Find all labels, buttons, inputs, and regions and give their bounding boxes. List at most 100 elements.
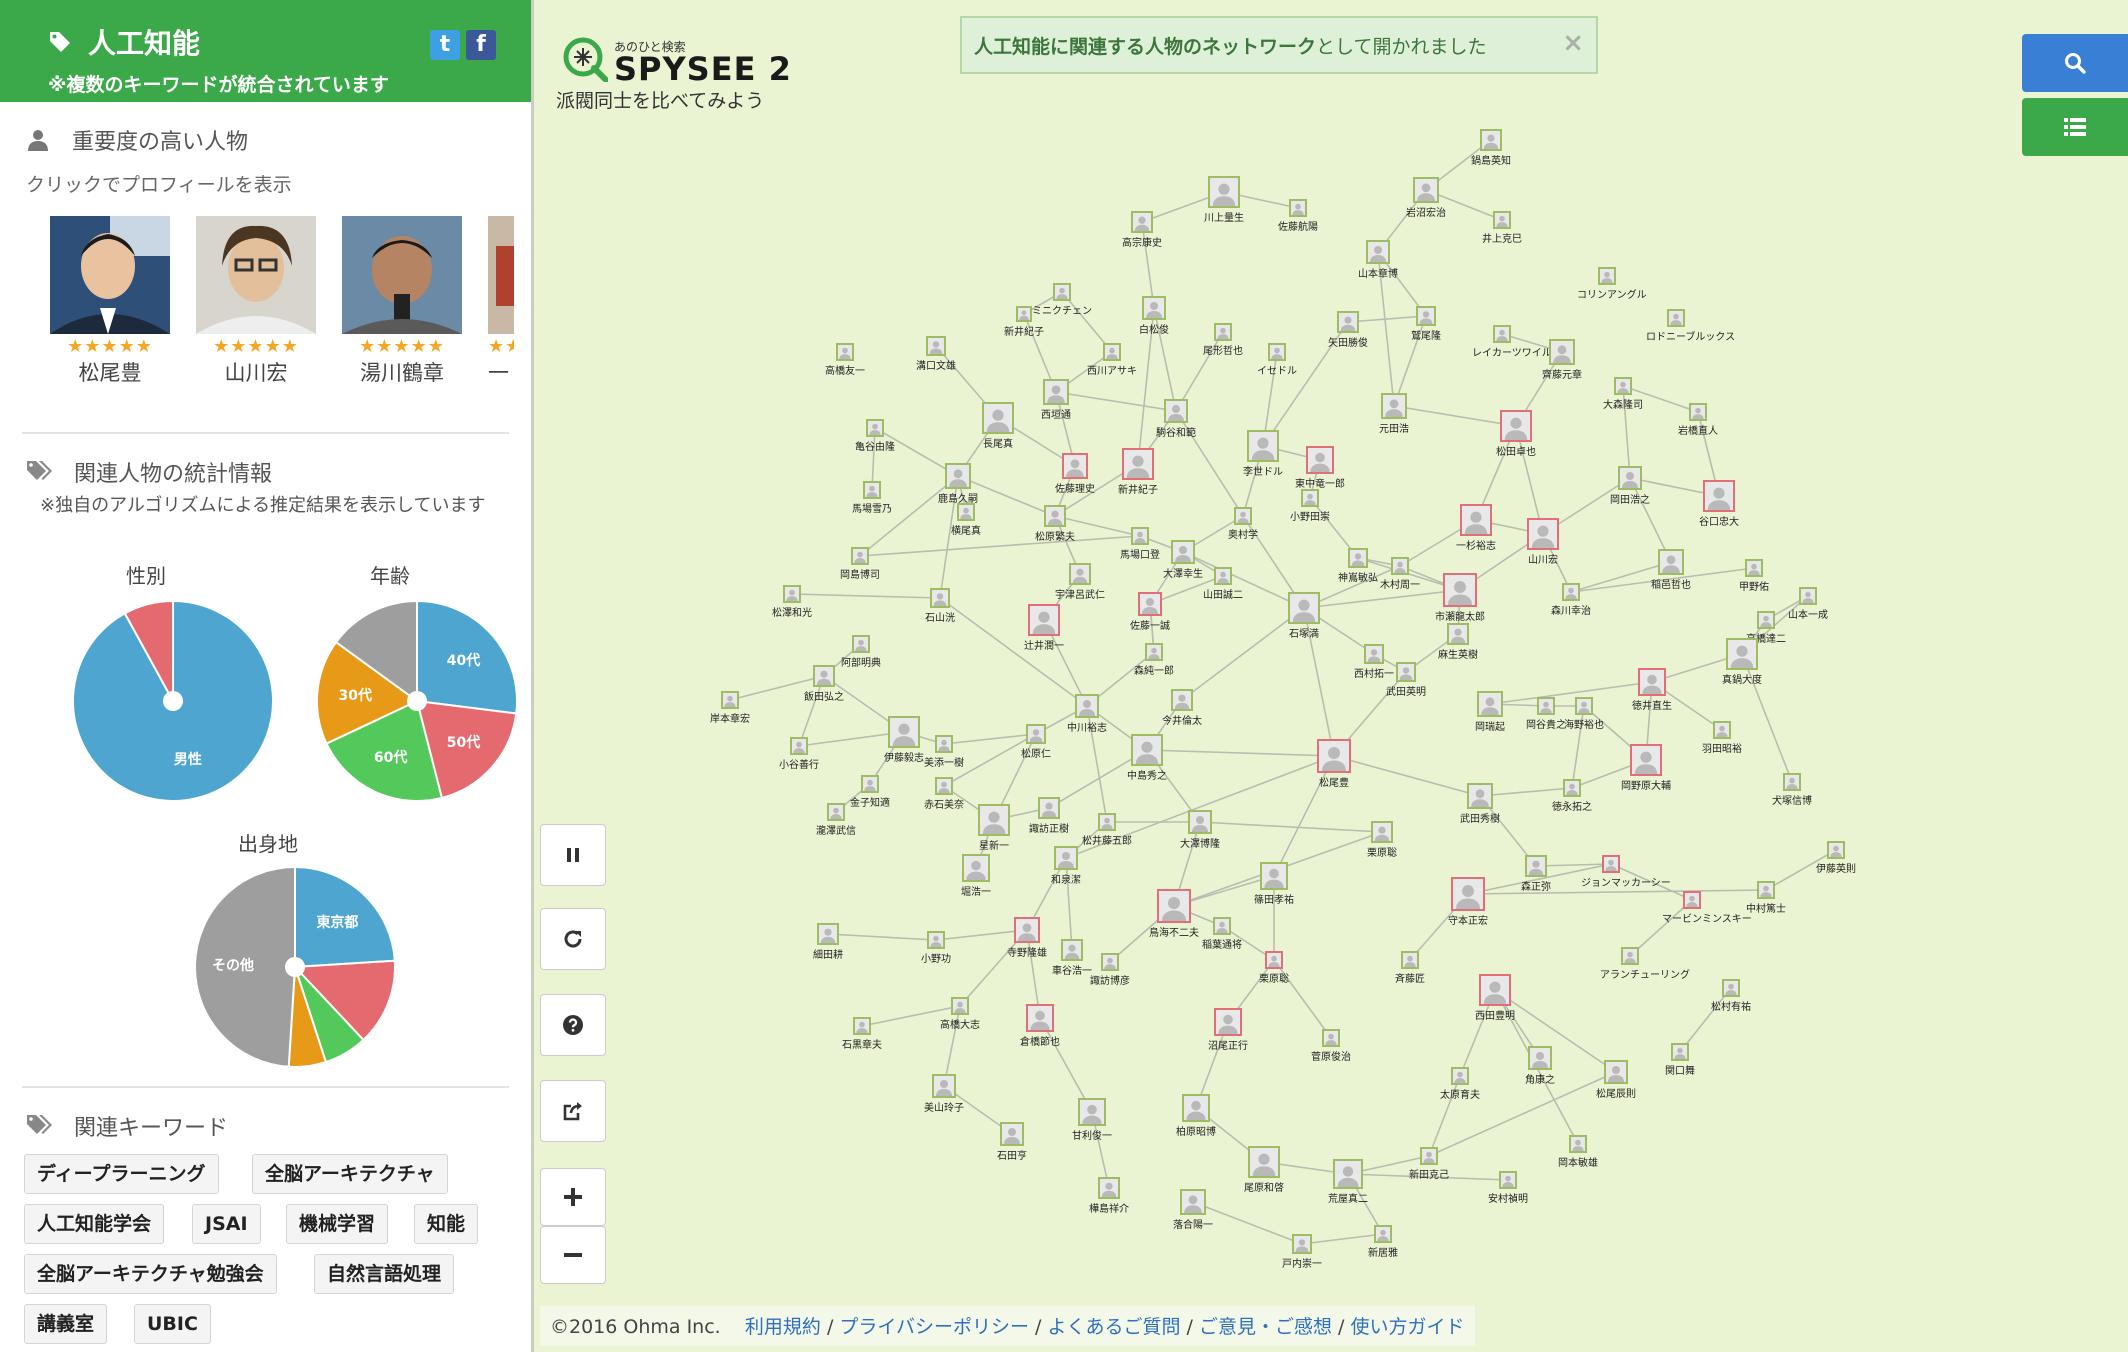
network-node[interactable]: 松原繁夫 (1025, 505, 1085, 543)
network-node[interactable]: レイカーツワイル (1472, 325, 1552, 359)
network-node[interactable]: 守本正宏 (1438, 877, 1498, 927)
network-node[interactable]: 星新一 (964, 804, 1024, 852)
network-node[interactable]: 中島秀之 (1117, 734, 1177, 782)
network-node[interactable]: 松井藤五郎 (1077, 813, 1137, 847)
network-node[interactable]: 東中竜一郎 (1290, 446, 1350, 490)
network-node[interactable]: 甲野佑 (1724, 559, 1784, 593)
network-node[interactable]: 美添一樹 (914, 735, 974, 769)
network-node[interactable]: 石黒章夫 (832, 1017, 892, 1051)
zoom-in-button[interactable] (540, 1168, 606, 1226)
close-icon[interactable]: × (1562, 28, 1584, 58)
network-node[interactable]: コリンアングル (1577, 267, 1647, 301)
network-node[interactable]: 馬場雪乃 (842, 481, 902, 515)
network-node[interactable]: 岩橋直人 (1668, 403, 1728, 437)
network-node[interactable]: 犬塚信博 (1762, 773, 1822, 807)
network-node[interactable]: 武田秀樹 (1450, 783, 1510, 825)
network-node[interactable]: 奥村学 (1213, 507, 1273, 541)
network-node[interactable]: 落合陽一 (1163, 1189, 1223, 1231)
network-node[interactable]: 岩沼宏治 (1396, 177, 1456, 219)
network-node[interactable]: 斉藤匠 (1380, 951, 1440, 985)
network-node[interactable]: 武田英明 (1376, 662, 1436, 698)
network-node[interactable]: 美山玲子 (914, 1074, 974, 1114)
network-node[interactable]: 荒屋真二 (1318, 1159, 1378, 1205)
network-node[interactable]: 佐藤航陽 (1268, 199, 1328, 233)
network-node[interactable]: 今井倫太 (1152, 689, 1212, 727)
network-node[interactable]: 新井紀子 (994, 306, 1054, 338)
network-node[interactable]: 岡本敏雄 (1548, 1135, 1608, 1169)
network-node[interactable]: 鹿島久嗣 (928, 463, 988, 505)
network-node[interactable]: 細田耕 (798, 923, 858, 961)
network-node[interactable]: 羽田昭裕 (1692, 721, 1752, 755)
network-node[interactable]: ジョンマッカーシー (1581, 855, 1671, 889)
network-node[interactable]: 海野裕也 (1554, 697, 1614, 731)
network-node[interactable]: 松尾辰則 (1586, 1060, 1646, 1100)
logo-name[interactable]: SPYSEE 2 (614, 50, 792, 88)
network-node[interactable]: 元田浩 (1364, 393, 1424, 435)
network-node[interactable]: 石塚満 (1274, 592, 1334, 640)
network-node[interactable]: 森純一郎 (1124, 643, 1184, 677)
network-node[interactable]: 鍋島英知 (1461, 129, 1521, 167)
network-node[interactable]: 長尾真 (968, 402, 1028, 450)
network-node[interactable]: 鷲尾隆 (1396, 306, 1456, 342)
network-node[interactable]: 阿部明典 (831, 635, 891, 669)
network-node[interactable]: 一杉裕志 (1446, 504, 1506, 552)
network-node[interactable]: 徳井直生 (1622, 668, 1682, 712)
pause-button[interactable] (540, 824, 606, 886)
network-node[interactable]: 森正弥 (1506, 855, 1566, 893)
network-node[interactable]: 松澤和光 (762, 585, 822, 619)
network-node[interactable]: 堀浩一 (946, 854, 1006, 898)
network-node[interactable]: 稲邑哲也 (1641, 549, 1701, 591)
network-node[interactable]: 齊藤元章 (1532, 339, 1592, 381)
network-node[interactable]: 岡野原大輔 (1616, 744, 1676, 792)
network-node[interactable]: 森川幸治 (1541, 583, 1601, 617)
network-node[interactable]: 佐藤一誠 (1120, 592, 1180, 632)
network-node[interactable]: 山本章博 (1348, 240, 1408, 280)
network-node[interactable]: 伊藤英則 (1806, 841, 1866, 875)
network-node[interactable]: 佐藤理史 (1045, 453, 1105, 495)
network-node[interactable]: 栗原聡 (1352, 821, 1412, 859)
network-node[interactable]: 石田亨 (982, 1122, 1042, 1162)
network-node[interactable]: 矢田勝俊 (1318, 311, 1378, 349)
feedback-link[interactable]: ご意見・ご感想 (1199, 1316, 1332, 1338)
network-node[interactable]: 西田豊明 (1465, 974, 1525, 1022)
network-node[interactable]: マービンミンスキー (1662, 891, 1752, 925)
network-node[interactable]: 瀧澤武信 (806, 803, 866, 837)
list-view-button[interactable] (2022, 98, 2128, 156)
help-button[interactable] (540, 994, 606, 1056)
network-node[interactable]: 和泉潔 (1036, 846, 1096, 886)
network-node[interactable]: 辻井潤一 (1014, 604, 1074, 652)
network-node[interactable]: 大森隆司 (1593, 377, 1653, 411)
network-node[interactable]: 井上克巳 (1472, 211, 1532, 245)
network-node[interactable]: 市瀬龍太郎 (1430, 573, 1490, 623)
network-node[interactable]: 山川宏 (1513, 518, 1573, 566)
zoom-out-button[interactable] (540, 1226, 606, 1284)
network-node[interactable]: 諏訪博彦 (1080, 953, 1140, 987)
network-node[interactable]: 木村周一 (1370, 557, 1430, 591)
spysee-logo-icon[interactable] (562, 36, 608, 82)
network-node[interactable]: 大澤博隆 (1170, 810, 1230, 850)
network-node[interactable]: 松原仁 (1006, 724, 1066, 760)
network-node[interactable]: 横尾真 (936, 503, 996, 537)
network-node[interactable]: 岡瑞起 (1460, 691, 1520, 733)
network-node[interactable]: 松尾豊 (1304, 739, 1364, 789)
network-node[interactable]: 諏訪正樹 (1019, 797, 1079, 835)
network-node[interactable]: イセドル (1247, 343, 1307, 377)
reload-button[interactable] (540, 908, 606, 970)
network-node[interactable]: 西垣通 (1026, 379, 1086, 421)
network-node[interactable]: 尾原和啓 (1234, 1146, 1294, 1194)
network-node[interactable]: 中川裕志 (1057, 694, 1117, 734)
network-node[interactable]: 宇津呂武仁 (1050, 563, 1110, 601)
network-node[interactable]: 徳永拓之 (1542, 779, 1602, 813)
network-node[interactable]: 新田克己 (1399, 1147, 1459, 1181)
network-node[interactable]: 新井紀子 (1108, 448, 1168, 496)
network-node[interactable]: 中村篤士 (1736, 881, 1796, 915)
network-node[interactable]: 麻生英樹 (1428, 623, 1488, 661)
network-node[interactable]: 菅原俊治 (1301, 1029, 1361, 1063)
network-node[interactable]: 小谷善行 (769, 737, 829, 771)
network-node[interactable]: 高宗康史 (1112, 211, 1172, 249)
network-node[interactable]: 篠田孝祐 (1244, 862, 1304, 906)
network-node[interactable]: 甘利俊一 (1062, 1098, 1122, 1142)
share-button[interactable] (540, 1080, 606, 1142)
network-node[interactable]: 稲葉通将 (1192, 917, 1252, 951)
network-node[interactable]: 高橋友一 (815, 343, 875, 377)
